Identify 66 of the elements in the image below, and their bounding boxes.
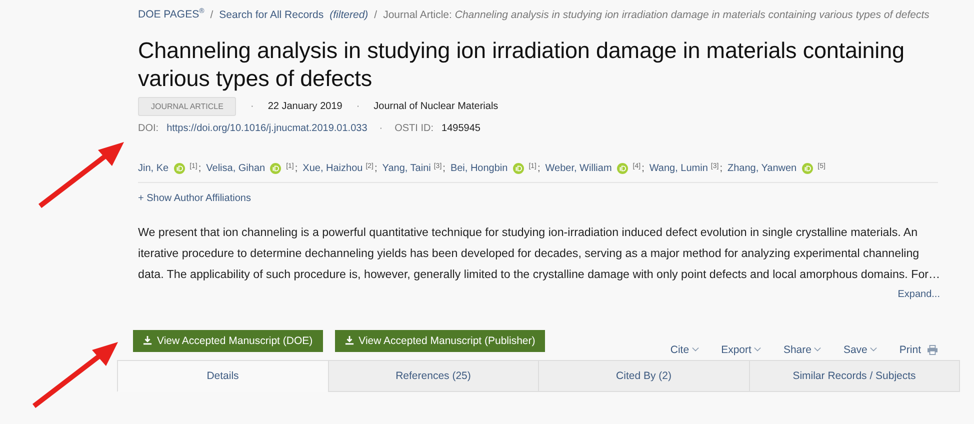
download-button[interactable]: View Accepted Manuscript (Publisher) bbox=[334, 330, 546, 352]
tab[interactable]: References (25) bbox=[328, 360, 539, 392]
action-menu[interactable]: Share bbox=[783, 344, 822, 356]
author-link[interactable]: Bei, Hongbin bbox=[450, 162, 508, 174]
article-title: Channeling analysis in studying ion irradiation damage in materials containing various types of defects bbox=[138, 36, 906, 92]
author-link[interactable]: Wang, Lumin bbox=[649, 162, 708, 174]
affiliation-number: [4] bbox=[632, 162, 641, 170]
chevron-down-icon bbox=[692, 347, 700, 352]
separator-dot: · bbox=[249, 101, 255, 112]
orcid-icon[interactable] bbox=[174, 162, 185, 174]
orcid-icon[interactable] bbox=[802, 162, 813, 174]
download-icon bbox=[344, 336, 354, 345]
orcid-icon[interactable] bbox=[616, 162, 628, 174]
breadcrumb-separator: / bbox=[374, 8, 378, 20]
article-type-badge: JOURNAL ARTICLE bbox=[138, 97, 236, 116]
doi-label: DOI: bbox=[138, 123, 159, 134]
tab[interactable]: Cited By (2) bbox=[538, 360, 750, 392]
affiliation-number: [1] bbox=[190, 162, 198, 170]
doi-link[interactable]: https://doi.org/10.1016/j.jnucmat.2019.01.033 bbox=[166, 123, 368, 134]
chevron-down-icon bbox=[870, 347, 878, 352]
author-link[interactable]: Xue, Haizhou bbox=[302, 162, 363, 174]
affiliation-number: [3] bbox=[710, 162, 719, 170]
print-button[interactable]: Print bbox=[899, 344, 938, 356]
breadcrumb-current: Journal Article: Channeling analysis in studying ion irradiation damage in materials containing various types of defects bbox=[383, 8, 930, 20]
breadcrumb-note: (filtered) bbox=[330, 8, 368, 20]
download-icon bbox=[143, 336, 152, 345]
show-affiliations-link[interactable]: + Show Author Affiliations bbox=[138, 192, 251, 204]
orcid-icon[interactable] bbox=[512, 162, 524, 174]
osti-id: 1495945 bbox=[442, 123, 480, 134]
author-link[interactable]: Weber, William bbox=[545, 162, 612, 174]
author-separator: ; bbox=[374, 162, 378, 174]
affiliation-number: [3] bbox=[434, 162, 442, 170]
author-separator: ; bbox=[442, 162, 446, 174]
affiliation-number: [5] bbox=[818, 162, 826, 170]
author-link[interactable]: Velisa, Gihan bbox=[206, 162, 266, 174]
author-link[interactable]: Yang, Taini bbox=[382, 162, 431, 174]
tab[interactable]: Similar Records / Subjects bbox=[748, 360, 960, 392]
publication-date: 22 January 2019 bbox=[268, 101, 342, 112]
journal-name: Journal of Nuclear Materials bbox=[374, 101, 498, 112]
chevron-down-icon bbox=[814, 347, 822, 352]
author-separator: ; bbox=[538, 162, 540, 174]
breadcrumb-link[interactable]: DOE PAGES$^{®}$ bbox=[138, 8, 204, 20]
author-link[interactable]: Jin, Ke bbox=[138, 162, 169, 174]
separator-dot: · bbox=[355, 101, 361, 112]
author-separator: ; bbox=[294, 162, 298, 174]
tab[interactable]: Details bbox=[117, 360, 328, 392]
affiliation-number: [1] bbox=[528, 162, 536, 170]
osti-label: OSTI ID: bbox=[394, 123, 434, 134]
author-link[interactable]: Zhang, Yanwen bbox=[727, 162, 797, 174]
author-separator: ; bbox=[720, 162, 722, 174]
printer-icon bbox=[927, 344, 938, 354]
author-separator: ; bbox=[642, 162, 644, 174]
chevron-down-icon bbox=[754, 347, 762, 352]
separator-dot: · bbox=[378, 123, 384, 134]
action-menu[interactable]: Export bbox=[721, 344, 762, 356]
abstract-text: We present that ion channeling is a powerful quantitative technique for studying ion-irradiation induced defect evolution in single crystalline materials. An iterative procedure to determine dechanneling yields has been developed for decades, serving as a major method for analyzing experimental channeling data. The applicability of such procedure is, however, generally limited to the crystalline damage with only point defects and local amorphous domains. For… bbox=[138, 224, 942, 282]
orcid-icon[interactable] bbox=[270, 162, 282, 174]
action-menu[interactable]: Cite bbox=[670, 344, 700, 356]
breadcrumb-link[interactable]: Search for All Records bbox=[219, 8, 324, 20]
breadcrumb-separator: / bbox=[210, 8, 214, 20]
action-menu[interactable]: Save bbox=[843, 344, 878, 356]
affiliation-number: [1] bbox=[286, 162, 294, 170]
expand-link[interactable]: Expand... bbox=[898, 288, 940, 300]
download-button[interactable]: View Accepted Manuscript (DOE) bbox=[133, 330, 323, 352]
affiliation-number: [2] bbox=[366, 162, 374, 170]
author-separator: ; bbox=[198, 162, 202, 174]
